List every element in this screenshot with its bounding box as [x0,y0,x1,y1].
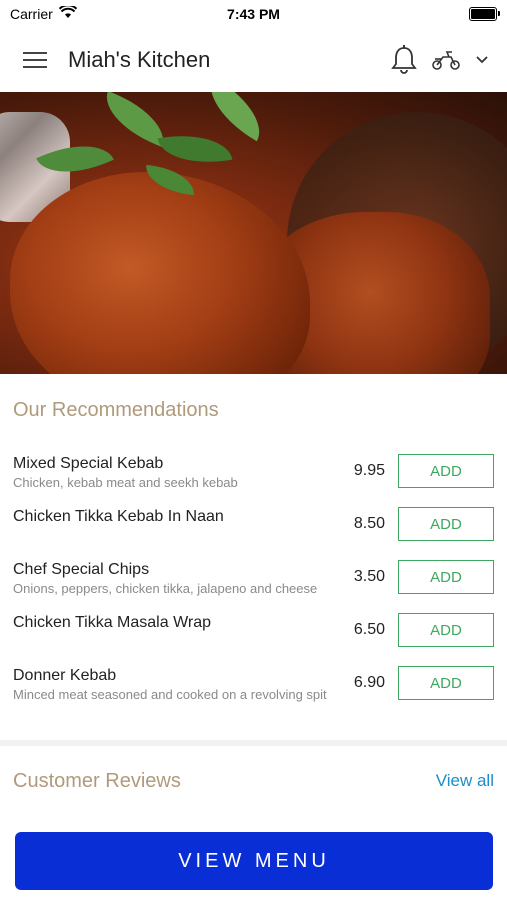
reviews-header: Customer Reviews View all [0,746,507,816]
list-item: Donner Kebab Minced meat seasoned and co… [13,666,494,730]
delivery-scooter-icon[interactable] [431,49,461,71]
item-description: Minced meat seasoned and cooked on a rev… [13,687,327,702]
item-name: Chicken Tikka Masala Wrap [13,614,211,631]
add-button[interactable]: ADD [398,560,494,594]
item-price: 9.95 [353,462,385,479]
item-name: Mixed Special Kebab [13,455,164,472]
item-price: 6.50 [353,621,385,638]
battery-icon [469,7,500,21]
recommendations-title: Our Recommendations [13,399,219,421]
hamburger-menu-icon[interactable] [18,43,52,77]
list-item: Chicken Tikka Kebab In Naan 8.50 ADD [13,507,494,560]
item-name: Chicken Tikka Kebab In Naan [13,508,224,525]
item-name: Chef Special Chips [13,561,150,578]
list-item: Chef Special Chips Onions, peppers, chic… [13,560,494,613]
item-price: 8.50 [353,515,385,532]
carrier-label: Carrier [10,6,53,22]
status-bar: Carrier 7:43 PM [0,0,507,28]
view-all-link[interactable]: View all [436,771,494,791]
item-price: 3.50 [353,568,385,585]
view-menu-button[interactable]: VIEW MENU [15,832,493,890]
add-button[interactable]: ADD [398,507,494,541]
hero-image [0,92,507,374]
item-description: Onions, peppers, chicken tikka, jalapeno… [13,581,318,596]
list-item: Mixed Special Kebab Chicken, kebab meat … [13,454,494,507]
page-title: Miah's Kitchen [68,47,211,72]
reviews-title: Customer Reviews [13,769,181,792]
item-description: Chicken, kebab meat and seekh kebab [13,475,238,490]
wifi-icon [58,4,77,22]
header-actions [391,45,489,75]
list-item: Chicken Tikka Masala Wrap 6.50 ADD [13,613,494,666]
add-button[interactable]: ADD [398,613,494,647]
add-button[interactable]: ADD [398,666,494,700]
bell-icon[interactable] [391,45,417,75]
recommendations-section: Our Recommendations Mixed Special Kebab … [0,399,507,730]
chevron-down-icon[interactable] [475,55,489,65]
item-name: Donner Kebab [13,667,117,684]
add-button[interactable]: ADD [398,454,494,488]
item-price: 6.90 [353,674,385,691]
app-header: Miah's Kitchen [0,28,507,92]
status-left: Carrier [10,4,77,22]
